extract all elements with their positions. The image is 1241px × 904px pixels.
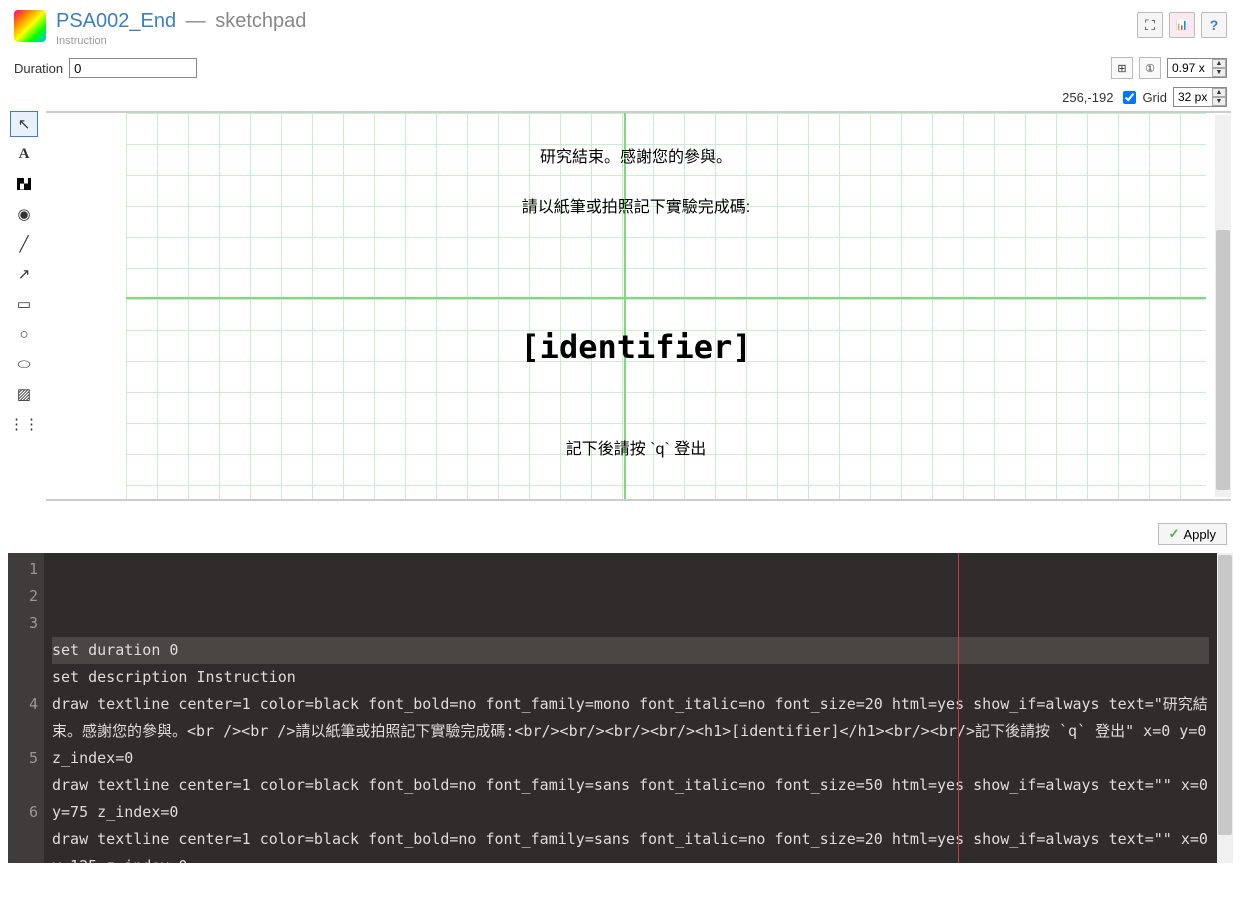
title-separator: — <box>186 10 206 32</box>
tool-line[interactable]: ╱ <box>10 231 38 257</box>
gutter-line: 1 <box>8 556 38 583</box>
arrow-icon: ↗ <box>18 265 31 283</box>
zoom-down[interactable]: ▼ <box>1212 68 1226 77</box>
fixdot-icon: ◉ <box>17 205 30 223</box>
circle-icon: ○ <box>19 326 28 343</box>
help-icon: ? <box>1210 17 1219 33</box>
tool-image[interactable]: ▞ <box>10 171 38 197</box>
help-button[interactable]: ? <box>1201 12 1227 38</box>
tool-arrow[interactable]: ↗ <box>10 261 38 287</box>
gutter-line <box>8 637 38 664</box>
select-view-button[interactable]: 📊 <box>1169 12 1195 38</box>
code-line[interactable]: draw textline center=1 color=black font_… <box>52 772 1209 826</box>
canvas-area: ↖ A ▞ ◉ ╱ ↗ ▭ ○ ⬭ ▨ ⋮⋮ 研究結束。感謝您的參與。 請以紙筆或拍照記下實驗完成碼… <box>0 111 1241 501</box>
script-editor[interactable]: 123 4 5 6 set duration 0set description Ins… <box>8 553 1233 863</box>
code-body[interactable]: set duration 0set description Instructio… <box>44 553 1217 863</box>
gridsize-down[interactable]: ▼ <box>1212 97 1226 106</box>
gridsize-spinner[interactable]: ▲ ▼ <box>1173 87 1227 107</box>
text-icon: A <box>19 146 30 163</box>
code-line[interactable]: draw textline center=1 color=black font_… <box>52 826 1209 863</box>
code-line[interactable]: set duration 0 <box>52 637 1209 664</box>
tool-pointer[interactable]: ↖ <box>10 111 38 137</box>
tool-fixdot[interactable]: ◉ <box>10 201 38 227</box>
tool-palette: ↖ A ▞ ◉ ╱ ↗ ▭ ○ ⬭ ▨ ⋮⋮ <box>10 111 40 501</box>
item-type: sketchpad <box>215 10 306 32</box>
gutter-line: 2 <box>8 583 38 610</box>
tool-gabor[interactable]: ⋮⋮ <box>10 411 38 437</box>
onetoone-icon: ① <box>1145 62 1155 75</box>
title-block: PSA002_End — sketchpad Instruction <box>56 10 1137 47</box>
gutter-line: 3 <box>8 610 38 637</box>
image-icon: ▞ <box>17 178 31 190</box>
tool-ellipse[interactable]: ⬭ <box>10 351 38 377</box>
code-gutter: 123 4 5 6 <box>8 553 44 863</box>
check-icon: ✓ <box>1169 526 1180 542</box>
code-scroll-thumb[interactable] <box>1218 555 1232 835</box>
fit-button[interactable]: ⊞ <box>1111 57 1133 79</box>
cursor-coords: 256,-192 <box>1062 90 1113 105</box>
app-logo <box>14 10 46 42</box>
toolbar-right: ⊞ ① ▲ ▼ <box>1111 57 1227 79</box>
zoom-up[interactable]: ▲ <box>1212 59 1226 68</box>
code-ruler <box>958 553 959 863</box>
tool-circle[interactable]: ○ <box>10 321 38 347</box>
xy-icon: 📊 <box>1176 20 1188 31</box>
gutter-line: 4 <box>8 691 38 718</box>
item-name: PSA002_End <box>56 10 176 32</box>
axis-horizontal <box>126 297 1206 299</box>
tool-rect[interactable]: ▭ <box>10 291 38 317</box>
toolbar: Duration ⊞ ① ▲ ▼ <box>0 53 1241 87</box>
apply-label: Apply <box>1183 527 1216 542</box>
gutter-line <box>8 772 38 799</box>
apply-row: ✓ Apply <box>0 501 1241 553</box>
tool-noise[interactable]: ▨ <box>10 381 38 407</box>
line-icon: ╱ <box>19 235 28 253</box>
gridsize-up[interactable]: ▲ <box>1212 88 1226 97</box>
canvas-scroll-thumb[interactable] <box>1216 230 1230 490</box>
tool-text[interactable]: A <box>10 141 38 167</box>
header-buttons: ⛶ 📊 ? <box>1137 12 1227 38</box>
status-row: 256,-192 Grid ▲ ▼ <box>0 87 1241 111</box>
duration-label: Duration <box>14 61 63 76</box>
zoom-spinner[interactable]: ▲ ▼ <box>1167 58 1227 78</box>
ellipse-icon: ⬭ <box>18 356 31 373</box>
rect-icon: ▭ <box>17 295 31 313</box>
grid-checkbox[interactable] <box>1123 91 1136 104</box>
toolbar-left: Duration <box>14 58 197 78</box>
apply-button[interactable]: ✓ Apply <box>1158 523 1227 545</box>
duration-input[interactable] <box>69 58 197 78</box>
grid-label: Grid <box>1142 90 1167 105</box>
pointer-icon: ↖ <box>18 115 31 133</box>
sketchpad-canvas[interactable]: 研究結束。感謝您的參與。 請以紙筆或拍照記下實驗完成碼: [identifier… <box>46 113 1226 501</box>
canvas-wrap: 研究結束。感謝您的參與。 請以紙筆或拍照記下實驗完成碼: [identifier… <box>46 111 1231 501</box>
canvas-text-4[interactable]: 記下後請按 `q` 登出 <box>46 435 1226 459</box>
onetoone-button[interactable]: ① <box>1139 57 1161 79</box>
gabor-icon: ⋮⋮ <box>9 415 39 433</box>
fit-icon: ⊞ <box>1117 62 1126 75</box>
canvas-text-2[interactable]: 請以紙筆或拍照記下實驗完成碼: <box>46 193 1226 217</box>
gutter-line <box>8 718 38 745</box>
noise-icon: ▨ <box>17 385 31 403</box>
header: PSA002_End — sketchpad Instruction ⛶ 📊 ? <box>0 0 1241 53</box>
item-description: Instruction <box>56 35 1137 47</box>
title-line: PSA002_End — sketchpad <box>56 10 1137 33</box>
gutter-line: 6 <box>8 799 38 826</box>
code-line[interactable]: draw textline center=1 color=black font_… <box>52 691 1209 772</box>
canvas-text-identifier[interactable]: [identifier] <box>46 328 1226 366</box>
fullscreen-button[interactable]: ⛶ <box>1137 12 1163 38</box>
fullscreen-icon: ⛶ <box>1145 17 1155 34</box>
gutter-line: 5 <box>8 745 38 772</box>
canvas-text-1[interactable]: 研究結束。感謝您的參與。 <box>46 143 1226 167</box>
code-line[interactable]: set description Instruction <box>52 664 1209 691</box>
code-scrollbar[interactable] <box>1217 553 1233 863</box>
canvas-scrollbar[interactable] <box>1215 115 1231 497</box>
gutter-line <box>8 664 38 691</box>
